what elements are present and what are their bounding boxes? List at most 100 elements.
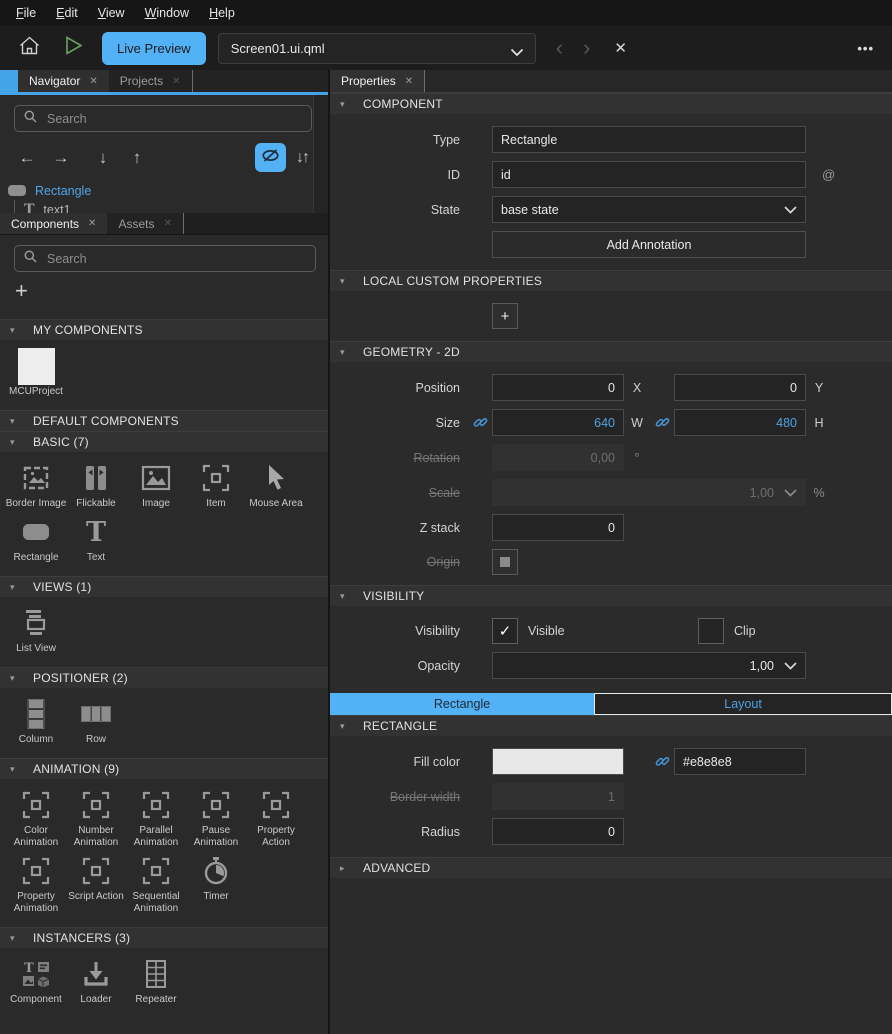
- section-advanced[interactable]: ▸ ADVANCED: [330, 857, 892, 878]
- link-icon[interactable]: [650, 754, 674, 769]
- component-item-property-action[interactable]: Property Action: [246, 788, 306, 849]
- visible-checkbox[interactable]: ✓: [492, 618, 518, 644]
- component-item-timer[interactable]: Timer: [186, 854, 246, 915]
- section-visibility[interactable]: ▾ VISIBILITY: [330, 585, 892, 606]
- component-item-pause-animation[interactable]: Pause Animation: [186, 788, 246, 849]
- components-search[interactable]: [14, 245, 316, 272]
- close-icon[interactable]: ✕: [172, 76, 180, 87]
- fill-color-swatch[interactable]: [492, 748, 624, 775]
- section-geometry-2d[interactable]: ▾ GEOMETRY - 2D: [330, 341, 892, 362]
- component-item-flickable[interactable]: Flickable: [66, 461, 126, 510]
- open-file-selector[interactable]: Screen01.ui.qml: [218, 33, 536, 64]
- opacity-field[interactable]: 1,00: [492, 652, 806, 679]
- toggle-invisible-button[interactable]: [255, 143, 286, 172]
- run-button[interactable]: [56, 32, 90, 64]
- anim-icon: [22, 854, 50, 888]
- menu-item-help[interactable]: Help: [199, 2, 245, 24]
- close-icon[interactable]: ✕: [89, 76, 97, 87]
- component-item-image[interactable]: Image: [126, 461, 186, 510]
- section-views-1[interactable]: ▾VIEWS (1): [0, 576, 328, 597]
- size-h-field[interactable]: 480: [674, 409, 806, 436]
- move-up-button[interactable]: ↑: [120, 148, 154, 168]
- component-item-script-action[interactable]: Script Action: [66, 854, 126, 915]
- section-rectangle[interactable]: ▾ RECTANGLE: [330, 715, 892, 736]
- forward-button[interactable]: ›: [583, 37, 590, 59]
- section-component[interactable]: ▾ COMPONENT: [330, 93, 892, 114]
- menu-item-file[interactable]: File: [6, 2, 46, 24]
- fill-color-hex-field[interactable]: #e8e8e8: [674, 748, 806, 775]
- tab-projects[interactable]: Projects ✕: [109, 70, 192, 92]
- reverse-order-button[interactable]: ↓↑: [296, 149, 308, 167]
- search-input[interactable]: [45, 111, 302, 127]
- section-instancers-3[interactable]: ▾INSTANCERS (3): [0, 927, 328, 948]
- plus-icon: +: [15, 278, 28, 303]
- position-y-field[interactable]: 0: [674, 374, 806, 401]
- component-item-mcuproject[interactable]: MCUProject: [6, 349, 66, 398]
- section-positioner-2[interactable]: ▾POSITIONER (2): [0, 667, 328, 688]
- navigator-search[interactable]: [14, 105, 312, 132]
- component-item-column[interactable]: Column: [6, 697, 66, 746]
- component-item-list-view[interactable]: List View: [6, 606, 66, 655]
- component-item-color-animation[interactable]: Color Animation: [6, 788, 66, 849]
- tab-components[interactable]: Components ✕: [0, 213, 107, 234]
- state-dropdown[interactable]: base state: [492, 196, 806, 223]
- tree-item-rectangle[interactable]: Rectangle: [0, 181, 328, 200]
- close-icon[interactable]: ✕: [405, 76, 413, 87]
- menu-item-view[interactable]: View: [88, 2, 135, 24]
- anim-icon: [262, 788, 290, 822]
- add-module-button[interactable]: +: [0, 272, 328, 305]
- close-icon[interactable]: ✕: [88, 218, 96, 229]
- component-item-loader[interactable]: Loader: [66, 957, 126, 1006]
- live-preview-button[interactable]: Live Preview: [102, 32, 206, 65]
- add-property-button[interactable]: +: [492, 303, 518, 329]
- component-item-sequential-animation[interactable]: Sequential Animation: [126, 854, 186, 915]
- tree-item-text1[interactable]: T text1: [0, 200, 328, 213]
- move-right-button[interactable]: →: [44, 148, 78, 168]
- component-item-number-animation[interactable]: Number Animation: [66, 788, 126, 849]
- zstack-field[interactable]: 0: [492, 514, 624, 541]
- close-document-button[interactable]: ✕: [614, 39, 627, 57]
- section-animation-9[interactable]: ▾ANIMATION (9): [0, 758, 328, 779]
- subtab-rectangle[interactable]: Rectangle: [330, 693, 594, 715]
- tab-assets[interactable]: Assets ✕: [107, 213, 182, 234]
- component-item-component[interactable]: TComponent: [6, 957, 66, 1006]
- add-annotation-button[interactable]: Add Annotation: [492, 231, 806, 258]
- component-item-property-animation[interactable]: Property Animation: [6, 854, 66, 915]
- component-item-mouse-area[interactable]: Mouse Area: [246, 461, 306, 510]
- component-item-border-image[interactable]: Border Image: [6, 461, 66, 510]
- component-item-parallel-animation[interactable]: Parallel Animation: [126, 788, 186, 849]
- tab-properties[interactable]: Properties ✕: [330, 70, 424, 92]
- size-w-field[interactable]: 640: [492, 409, 624, 436]
- section-my-components[interactable]: ▾MY COMPONENTS: [0, 319, 328, 340]
- component-item-item[interactable]: Item: [186, 461, 246, 510]
- move-left-button[interactable]: ←: [10, 148, 44, 168]
- anim-icon: [202, 788, 230, 822]
- section-default-components[interactable]: ▾DEFAULT COMPONENTS: [0, 410, 328, 431]
- link-icon[interactable]: [650, 415, 674, 430]
- radius-field[interactable]: 0: [492, 818, 624, 845]
- close-icon[interactable]: ✕: [163, 218, 171, 229]
- more-options-button[interactable]: •••: [857, 41, 874, 56]
- move-down-button[interactable]: ↓: [86, 148, 120, 168]
- component-item-rectangle[interactable]: Rectangle: [6, 515, 66, 564]
- section-basic-7[interactable]: ▾BASIC (7): [0, 431, 328, 452]
- navigator-scrollbar[interactable]: [313, 95, 328, 213]
- id-field[interactable]: id: [492, 161, 806, 188]
- type-subtabs: Rectangle Layout: [330, 693, 892, 715]
- home-button[interactable]: [12, 32, 46, 64]
- position-x-field[interactable]: 0: [492, 374, 624, 401]
- annotation-at-icon[interactable]: @: [822, 167, 835, 182]
- section-local-custom-properties[interactable]: ▾ LOCAL CUSTOM PROPERTIES: [330, 270, 892, 291]
- menu-item-window[interactable]: Window: [135, 2, 199, 24]
- component-item-text[interactable]: TText: [66, 515, 126, 564]
- back-button[interactable]: ‹: [556, 37, 563, 59]
- clip-checkbox[interactable]: [698, 618, 724, 644]
- menu-item-edit[interactable]: Edit: [46, 2, 88, 24]
- search-input[interactable]: [45, 251, 306, 267]
- type-field[interactable]: Rectangle: [492, 126, 806, 153]
- component-item-repeater[interactable]: Repeater: [126, 957, 186, 1006]
- subtab-layout[interactable]: Layout: [594, 693, 892, 715]
- tab-navigator[interactable]: Navigator ✕: [18, 70, 109, 92]
- link-icon[interactable]: [468, 415, 492, 430]
- component-item-row[interactable]: Row: [66, 697, 126, 746]
